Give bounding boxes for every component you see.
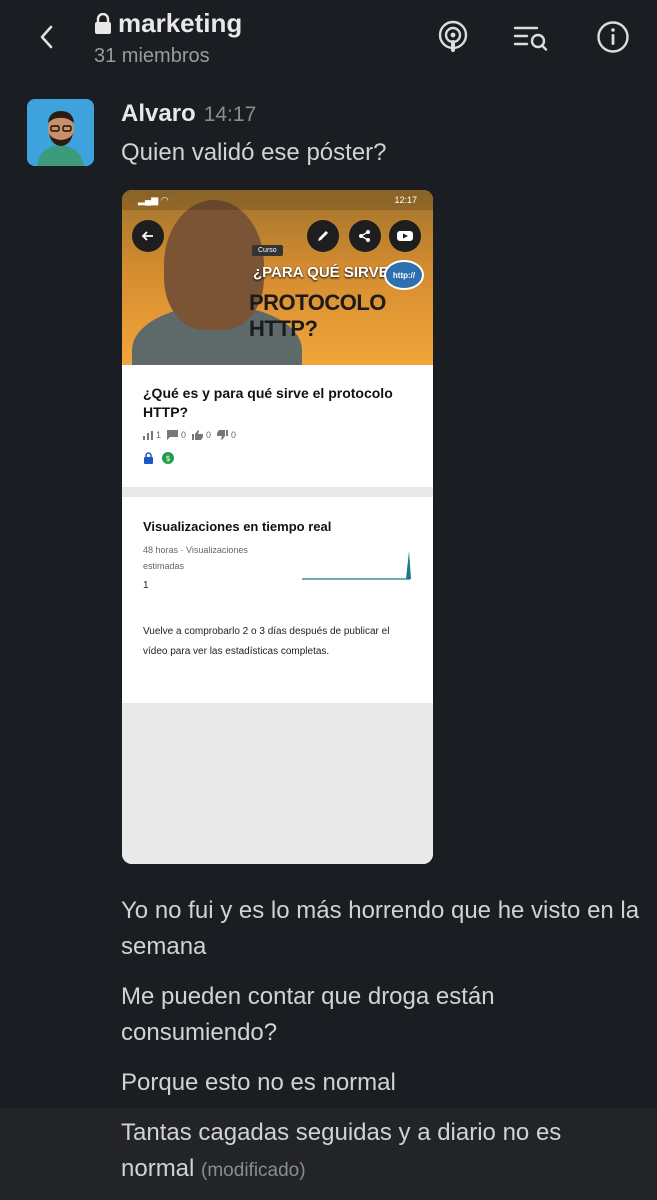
edited-label: (modificado) (201, 1160, 306, 1181)
author-name[interactable]: Alvaro (121, 100, 196, 128)
views-icon (143, 430, 153, 440)
search-list-icon (513, 26, 548, 51)
info-icon (597, 21, 629, 53)
message-header: Alvaro 14:17 (121, 100, 256, 128)
thumbnail-line2: PROTOCOLO HTTP? (249, 290, 386, 341)
back-button[interactable] (34, 20, 60, 54)
comments-count: 0 (181, 430, 187, 440)
dislike-icon (217, 430, 229, 440)
realtime-sparkline (302, 551, 411, 580)
likes-count: 0 (206, 430, 212, 440)
course-tag: Curso (252, 245, 283, 256)
private-lock-icon (144, 452, 153, 464)
realtime-note: Vuelve a comprobarlo 2 o 3 días después … (143, 626, 390, 657)
dislikes-count: 0 (231, 430, 237, 440)
realtime-subtitle: 48 horas · Visualizaciones estimadas (143, 545, 248, 571)
svg-text:$: $ (165, 454, 170, 463)
message-text: Quien validó ese póster? (121, 139, 387, 166)
signal-icon: ▂▄▆ ◠ (138, 195, 169, 205)
youtube-icon (389, 220, 421, 252)
channel-info-button[interactable] (594, 18, 632, 56)
monetization-icon: $ (162, 452, 174, 464)
message-text-followup-3: Porque esto no es normal (121, 1069, 396, 1096)
video-stats: 1 0 0 0 (143, 430, 236, 440)
realtime-card: Visualizaciones en tiempo real 48 horas … (122, 497, 433, 703)
video-info: ¿Qué es y para qué sirve el protocolo HT… (122, 365, 433, 487)
like-icon (192, 430, 204, 440)
huddle-icon (438, 20, 468, 52)
channel-title-block[interactable]: marketing 31 miembros (94, 8, 242, 68)
message-text-followup-2: Me pueden contar que droga están consumi… (121, 983, 495, 1046)
image-attachment[interactable]: ▂▄▆ ◠ 12:17 Curso ¿PARA QUÉ SIRVE EL htt… (122, 190, 433, 864)
followup-4-text: Tantas cagadas seguidas y a diario no es… (121, 1119, 562, 1182)
avatar-photo (27, 99, 94, 166)
empty-area (122, 703, 433, 864)
thumb-back-icon (132, 220, 164, 252)
video-thumbnail: ▂▄▆ ◠ 12:17 Curso ¿PARA QUÉ SIRVE EL htt… (122, 190, 433, 365)
realtime-value: 1 (143, 580, 149, 591)
video-title: ¿Qué es y para qué sirve el protocolo HT… (143, 385, 393, 420)
section-divider (122, 487, 433, 497)
share-icon (349, 220, 381, 252)
views-count: 1 (156, 430, 162, 440)
lock-icon (95, 12, 111, 34)
phone-status-bar: ▂▄▆ ◠ 12:17 (122, 190, 433, 210)
status-time: 12:17 (394, 195, 417, 205)
video-badges: $ (143, 452, 174, 464)
comment-icon (167, 430, 179, 440)
message-text-followup-4: Tantas cagadas seguidas y a diario no es… (121, 1115, 641, 1189)
member-count: 31 miembros (94, 45, 210, 67)
channel-name: marketing (118, 8, 243, 38)
realtime-title: Visualizaciones en tiempo real (143, 519, 332, 534)
message-time: 14:17 (203, 103, 257, 126)
huddle-button[interactable] (434, 18, 472, 56)
channel-header: marketing 31 miembros (0, 0, 657, 90)
search-list-button[interactable] (512, 18, 550, 56)
edit-icon (307, 220, 339, 252)
back-icon (40, 25, 53, 49)
http-badge: http:// (384, 260, 424, 290)
avatar[interactable] (27, 99, 94, 166)
message-text-followup-1: Yo no fui y es lo más horrendo que he vi… (121, 897, 640, 960)
